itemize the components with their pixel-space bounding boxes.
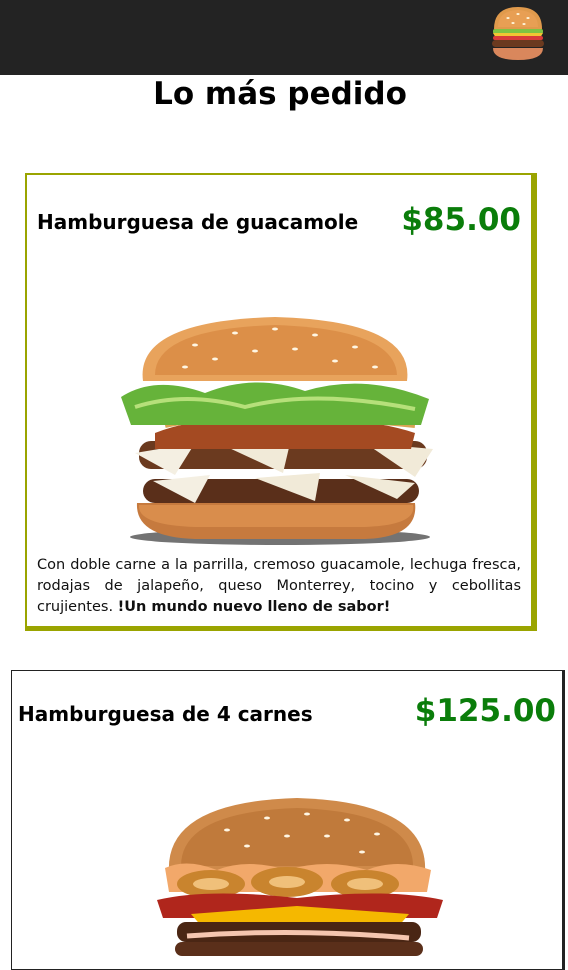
product-price: $125.00 <box>414 693 556 729</box>
product-description: Con doble carne a la parrilla, cremoso g… <box>37 555 521 618</box>
burger-icon[interactable] <box>488 5 548 63</box>
four-meat-burger-image <box>157 798 443 956</box>
product-card-guacamole[interactable]: Hamburguesa de guacamole $85.00 Con dobl… <box>25 173 537 631</box>
top-bar <box>0 0 568 75</box>
product-card-four-meats[interactable]: Hamburguesa de 4 carnes $125.00 <box>11 670 565 970</box>
page-title: Lo más pedido <box>153 76 407 112</box>
product-name: Hamburguesa de guacamole <box>37 210 359 234</box>
guacamole-burger-image <box>121 317 433 545</box>
product-name: Hamburguesa de 4 carnes <box>18 702 313 726</box>
product-price: $85.00 <box>401 202 521 238</box>
product-tagline: !Un mundo nuevo lleno de sabor! <box>117 599 391 615</box>
